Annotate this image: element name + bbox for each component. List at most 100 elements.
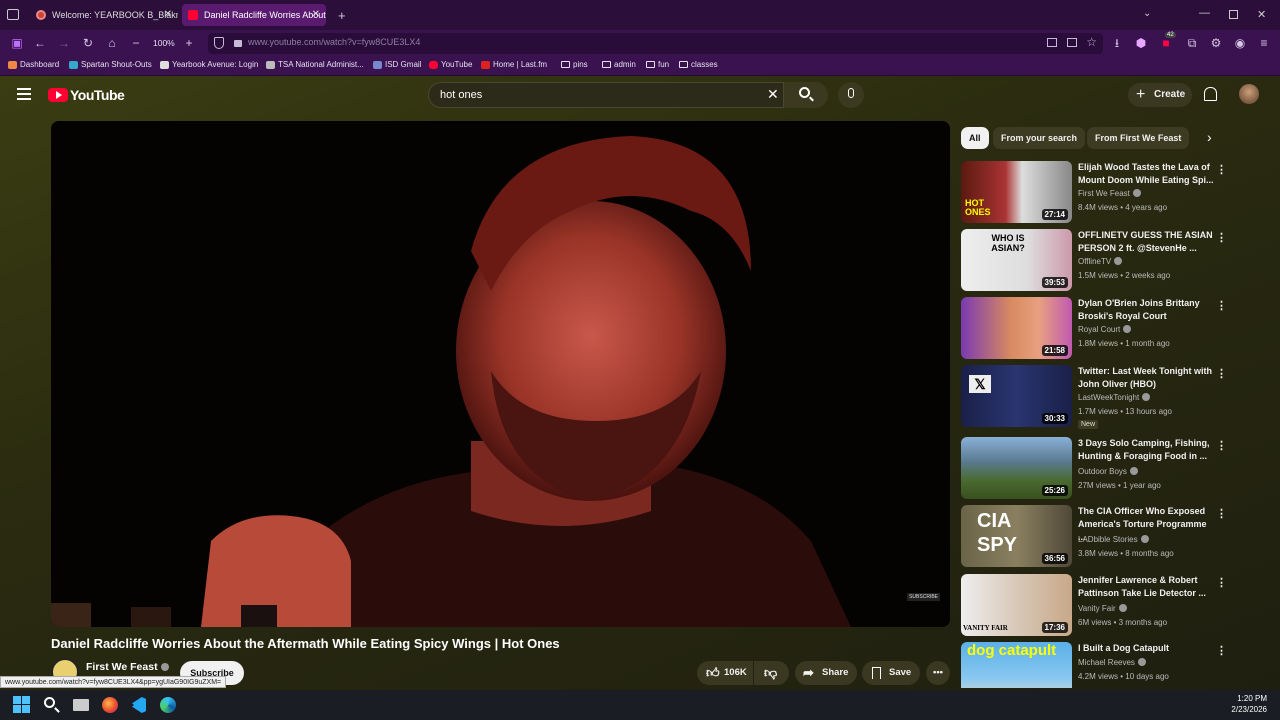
account-icon[interactable]: ◉ bbox=[1233, 36, 1247, 50]
recommendation-title[interactable]: Twitter: Last Week Tonight with John Oli… bbox=[1078, 365, 1215, 391]
bookmark-folder-admin[interactable]: admin bbox=[602, 60, 636, 69]
star-bookmark-icon[interactable]: ☆ bbox=[1086, 35, 1097, 49]
guide-menu-icon[interactable] bbox=[17, 88, 31, 100]
recommendation-title[interactable]: Jennifer Lawrence & Robert Pattinson Tak… bbox=[1078, 574, 1215, 600]
recommendation-channel[interactable]: LADbible Stories bbox=[1078, 535, 1149, 544]
minimize-icon[interactable]: — bbox=[1199, 7, 1210, 19]
subscribe-watermark[interactable]: SUBSCRIBE bbox=[907, 593, 940, 601]
more-vertical-icon[interactable]: ⋮ bbox=[1216, 367, 1227, 380]
video-player[interactable]: SUBSCRIBE bbox=[51, 121, 950, 627]
bookmark-dashboard[interactable]: Dashboard bbox=[8, 60, 59, 69]
recommendation-item[interactable]: WHO IS ASIAN? 39:53 OFFLINETV GUESS THE … bbox=[961, 229, 1231, 293]
home-icon[interactable]: ⌂ bbox=[105, 36, 119, 50]
new-tab-icon[interactable]: + bbox=[338, 8, 346, 23]
recommendation-item[interactable]: VANITY FAIR 17:36 Jennifer Lawrence & Ro… bbox=[961, 574, 1231, 638]
edge-icon[interactable] bbox=[158, 695, 178, 715]
vscode-icon[interactable] bbox=[129, 695, 149, 715]
bookmark-spartan[interactable]: Spartan Shout-Outs bbox=[69, 60, 152, 69]
recommendation-channel[interactable]: Outdoor Boys bbox=[1078, 467, 1138, 476]
extension-badge-icon[interactable]: ■ bbox=[1159, 36, 1173, 50]
recommendation-channel[interactable]: First We Feast bbox=[1078, 189, 1141, 198]
bookmark-tsa[interactable]: TSA National Administ... bbox=[266, 60, 364, 69]
recommendation-item[interactable]: 25:26 3 Days Solo Camping, Fishing, Hunt… bbox=[961, 437, 1231, 501]
recommendation-channel[interactable]: Vanity Fair bbox=[1078, 604, 1127, 613]
video-thumbnail[interactable]: CIA SPY 36:56 bbox=[961, 505, 1072, 567]
reader-view-icon[interactable] bbox=[1067, 38, 1077, 47]
channel-name[interactable]: First We Feast bbox=[86, 661, 169, 673]
video-thumbnail[interactable]: HOT ONES 27:14 bbox=[961, 161, 1072, 223]
menu-hamburger-icon[interactable]: ≡ bbox=[1257, 36, 1271, 50]
close-tab-icon[interactable]: ✕ bbox=[312, 4, 320, 26]
account-avatar[interactable] bbox=[1239, 84, 1259, 104]
recommendation-channel[interactable]: Michael Reeves bbox=[1078, 658, 1146, 667]
more-vertical-icon[interactable]: ⋮ bbox=[1216, 299, 1227, 312]
video-thumbnail[interactable]: 𝕏 30:33 bbox=[961, 365, 1072, 427]
more-vertical-icon[interactable]: ⋮ bbox=[1216, 231, 1227, 244]
more-vertical-icon[interactable]: ⋮ bbox=[1216, 439, 1227, 452]
windows-start-icon[interactable] bbox=[12, 695, 32, 715]
dislike-button[interactable]: 👎︎ bbox=[754, 661, 789, 685]
recommendation-item[interactable]: CIA SPY 36:56 The CIA Officer Who Expose… bbox=[961, 505, 1231, 569]
taskbar-search-icon[interactable] bbox=[42, 695, 62, 715]
notifications-bell-icon[interactable] bbox=[1204, 87, 1217, 101]
restore-icon[interactable] bbox=[1229, 10, 1238, 19]
extensions-icon[interactable]: ⧉ bbox=[1185, 36, 1199, 50]
chevron-right-icon[interactable]: › bbox=[1207, 129, 1212, 145]
close-tab-icon[interactable]: ✕ bbox=[164, 4, 172, 26]
tab-yearbook[interactable]: Welcome: YEARBOOK B_Blakne ✕ bbox=[30, 4, 178, 26]
recommendation-channel[interactable]: LastWeekTonight bbox=[1078, 393, 1151, 402]
more-vertical-icon[interactable]: ⋮ bbox=[1216, 576, 1227, 589]
video-thumbnail[interactable]: VANITY FAIR 17:36 bbox=[961, 574, 1072, 636]
recommendation-channel[interactable]: Royal Court bbox=[1078, 325, 1132, 334]
chip-from-your-search[interactable]: From your search bbox=[993, 127, 1086, 149]
url-text[interactable]: www.youtube.com/watch?v=fyw8CUE3LX4 bbox=[248, 37, 420, 47]
recommendation-item[interactable]: 𝕏 30:33 Twitter: Last Week Tonight with … bbox=[961, 365, 1231, 429]
create-button[interactable]: + Create bbox=[1128, 83, 1192, 107]
bookmark-folder-fun[interactable]: fun bbox=[646, 60, 669, 69]
downloads-icon[interactable]: ⭳ bbox=[1110, 36, 1124, 50]
more-vertical-icon[interactable]: ⋮ bbox=[1216, 507, 1227, 520]
clock-date[interactable]: 2/23/2026 bbox=[1231, 705, 1267, 714]
bookmark-folder-classes[interactable]: classes bbox=[679, 60, 718, 69]
bookmark-lastfm[interactable]: Home | Last.fm bbox=[481, 60, 547, 69]
bookmark-youtube[interactable]: YouTube bbox=[429, 60, 472, 69]
more-vertical-icon[interactable]: ⋮ bbox=[1216, 644, 1227, 657]
recommendation-item[interactable]: dog catapult I Built a Dog Catapult Mich… bbox=[961, 642, 1231, 688]
recommendation-title[interactable]: I Built a Dog Catapult bbox=[1078, 642, 1215, 655]
more-vertical-icon[interactable]: ⋮ bbox=[1216, 163, 1227, 176]
video-thumbnail[interactable]: WHO IS ASIAN? 39:53 bbox=[961, 229, 1072, 291]
bookmark-folder-pins[interactable]: pins bbox=[561, 60, 588, 69]
settings-gear-icon[interactable]: ⚙ bbox=[1209, 36, 1223, 50]
clear-search-icon[interactable]: ✕ bbox=[767, 86, 779, 103]
more-actions-button[interactable]: ••• bbox=[926, 661, 950, 685]
zoom-in-icon[interactable]: + bbox=[182, 36, 196, 50]
search-input[interactable]: hot ones ✕ bbox=[428, 82, 784, 108]
ublock-icon[interactable]: ⬢ bbox=[1134, 36, 1148, 50]
sidebar-toggle-icon[interactable]: ▣ bbox=[10, 36, 24, 50]
recommendation-channel[interactable]: OfflineTV bbox=[1078, 257, 1123, 266]
bookmark-gmail[interactable]: ISD Gmail bbox=[373, 60, 421, 69]
firefox-icon[interactable] bbox=[100, 695, 120, 715]
lock-icon[interactable] bbox=[234, 40, 242, 47]
video-thumbnail[interactable]: 25:26 bbox=[961, 437, 1072, 499]
like-button[interactable]: 👍︎ 106K bbox=[697, 661, 753, 685]
recommendation-item[interactable]: HOT ONES 27:14 Elijah Wood Tastes the La… bbox=[961, 161, 1231, 225]
reload-icon[interactable]: ↻ bbox=[81, 36, 95, 50]
search-query-text[interactable]: hot ones bbox=[440, 89, 482, 101]
tab-youtube-active[interactable]: Daniel Radcliffe Worries About ✕ bbox=[182, 4, 326, 26]
bookmark-yearbook[interactable]: Yearbook Avenue: Login bbox=[160, 60, 258, 69]
media-icon[interactable] bbox=[1047, 38, 1057, 47]
close-window-icon[interactable]: ✕ bbox=[1257, 8, 1266, 21]
recommendation-title[interactable]: 3 Days Solo Camping, Fishing, Hunting & … bbox=[1078, 437, 1215, 463]
address-bar[interactable]: www.youtube.com/watch?v=fyw8CUE3LX4 ☆ bbox=[208, 33, 1103, 54]
recommendation-title[interactable]: Elijah Wood Tastes the Lava of Mount Doo… bbox=[1078, 161, 1215, 187]
forward-icon[interactable]: → bbox=[57, 36, 71, 50]
recommendation-item[interactable]: 21:58 Dylan O'Brien Joins Brittany Brosk… bbox=[961, 297, 1231, 361]
chevron-down-icon[interactable]: ⌄ bbox=[1143, 8, 1151, 19]
video-thumbnail[interactable]: dog catapult bbox=[961, 642, 1072, 688]
video-thumbnail[interactable]: 21:58 bbox=[961, 297, 1072, 359]
chip-all[interactable]: All bbox=[961, 127, 989, 149]
clock-time[interactable]: 1:20 PM bbox=[1237, 694, 1267, 703]
save-button[interactable]: Save bbox=[862, 661, 920, 685]
zoom-out-icon[interactable]: − bbox=[129, 36, 143, 50]
